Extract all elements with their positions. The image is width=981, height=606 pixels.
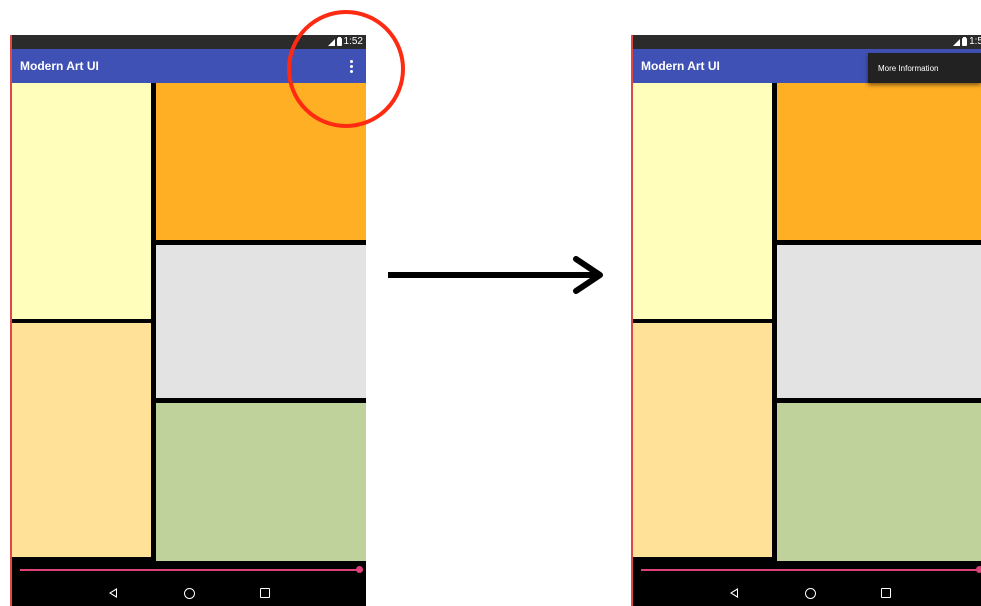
block-green xyxy=(777,403,981,561)
device-edge xyxy=(631,35,633,606)
home-button[interactable] xyxy=(179,583,199,603)
back-icon xyxy=(730,588,738,598)
slider-track[interactable] xyxy=(641,569,981,571)
overflow-popup-menu[interactable]: More Information xyxy=(868,53,981,83)
back-icon xyxy=(109,588,117,598)
screenshot-canvas: 1:52 Modern Art UI 1:5 Modern Art UI Mor… xyxy=(0,0,981,606)
home-icon xyxy=(183,587,195,599)
phone-after: 1:5 Modern Art UI More Information xyxy=(631,35,981,606)
home-button[interactable] xyxy=(800,583,820,603)
right-arrow-icon xyxy=(388,256,603,294)
battery-icon xyxy=(962,37,968,46)
slider-track[interactable] xyxy=(20,569,360,571)
art-canvas xyxy=(10,83,366,561)
block-orange xyxy=(777,83,981,240)
signal-icon xyxy=(953,38,961,46)
slider-thumb[interactable] xyxy=(356,566,363,573)
status-time: 1:5 xyxy=(969,36,981,47)
menu-item-more-information[interactable]: More Information xyxy=(878,64,938,73)
slider-thumb[interactable] xyxy=(976,566,981,573)
block-gray xyxy=(777,245,981,398)
block-peach xyxy=(631,323,772,557)
recents-icon xyxy=(260,588,270,598)
status-icons: 1:5 xyxy=(953,36,981,48)
phone-before: 1:52 Modern Art UI xyxy=(10,35,366,606)
back-button[interactable] xyxy=(724,583,744,603)
block-green xyxy=(156,403,366,561)
back-button[interactable] xyxy=(103,583,123,603)
navigation-bar xyxy=(10,561,366,606)
status-bar: 1:5 xyxy=(631,35,981,49)
home-icon xyxy=(804,587,816,599)
app-title: Modern Art UI xyxy=(641,59,720,73)
art-canvas xyxy=(631,83,981,561)
highlight-circle xyxy=(287,10,405,128)
block-peach xyxy=(10,323,151,557)
app-title: Modern Art UI xyxy=(20,59,99,73)
block-yellow xyxy=(10,83,151,319)
block-gray xyxy=(156,245,366,398)
recents-icon xyxy=(881,588,891,598)
block-yellow xyxy=(631,83,772,319)
recents-button[interactable] xyxy=(876,583,896,603)
recents-button[interactable] xyxy=(255,583,275,603)
device-edge xyxy=(10,35,12,606)
navigation-bar xyxy=(631,561,981,606)
